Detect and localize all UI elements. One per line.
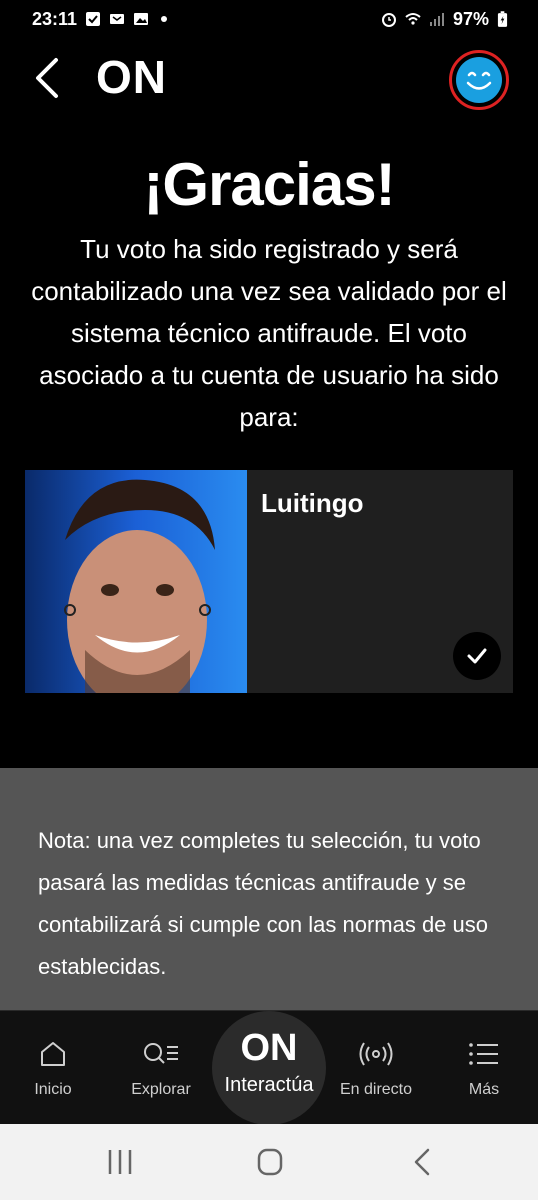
nav-label-en-directo: En directo xyxy=(339,1081,413,1098)
app-header: ON xyxy=(0,44,538,112)
battery-percent: 97% xyxy=(452,8,489,29)
live-broadcast-icon xyxy=(359,1042,393,1066)
signal-icon xyxy=(429,13,444,26)
checkmark-icon xyxy=(467,648,487,664)
nav-label-mas: Más xyxy=(468,1081,500,1098)
notification-dot-icon xyxy=(161,16,168,22)
status-time: 23:11 xyxy=(32,8,78,29)
check-notification-icon xyxy=(86,12,101,26)
candidate-photo xyxy=(25,470,247,693)
nav-item-explorar[interactable]: Explorar xyxy=(111,1011,211,1125)
on-logo: ON xyxy=(240,1027,298,1069)
nav-item-mas[interactable]: Más xyxy=(434,1011,534,1125)
search-list-icon xyxy=(144,1043,178,1064)
status-left: 23:11 xyxy=(32,8,168,30)
menu-list-icon xyxy=(469,1043,498,1065)
system-back-icon[interactable] xyxy=(402,1146,442,1178)
note-text: Nota: una vez completes tu selección, tu… xyxy=(38,828,489,979)
home-button-icon[interactable] xyxy=(250,1146,290,1178)
status-right: 97% xyxy=(381,9,508,30)
system-nav-bar xyxy=(0,1124,538,1200)
home-icon xyxy=(41,1042,65,1066)
image-notification-icon xyxy=(134,13,149,25)
nav-item-inicio[interactable]: Inicio xyxy=(3,1011,103,1125)
nav-label-inicio: Inicio xyxy=(34,1081,72,1098)
recent-apps-icon[interactable] xyxy=(100,1146,140,1178)
battery-icon xyxy=(497,10,508,27)
nav-label-interactua: Interactúa xyxy=(224,1074,314,1096)
back-arrow-icon[interactable] xyxy=(30,54,66,102)
selected-check-badge xyxy=(453,632,501,680)
voted-candidate-card: Luitingo xyxy=(25,470,513,693)
candidate-name: Luitingo xyxy=(261,488,364,518)
brand-title: ON xyxy=(96,51,167,103)
wifi-icon xyxy=(405,13,421,25)
note-panel: Nota: una vez completes tu selección, tu… xyxy=(0,768,538,1010)
nav-label-explorar: Explorar xyxy=(131,1081,191,1098)
thanks-title: ¡Gracias! xyxy=(143,151,395,218)
nav-item-interactua[interactable]: ON Interactúa xyxy=(212,1011,326,1125)
candidate-portrait-image xyxy=(25,470,247,693)
status-bar: 23:11 97% xyxy=(0,0,538,38)
smiley-avatar-icon xyxy=(456,57,502,103)
alarm-icon xyxy=(381,13,396,27)
bottom-nav: Inicio Explorar ON Interactúa En directo xyxy=(0,1010,538,1125)
nav-item-en-directo[interactable]: En directo xyxy=(326,1011,426,1125)
media-notification-icon xyxy=(110,14,125,24)
vote-confirmation-message: Tu voto ha sido registrado y será contab… xyxy=(31,234,507,432)
avatar-button[interactable] xyxy=(449,50,509,110)
